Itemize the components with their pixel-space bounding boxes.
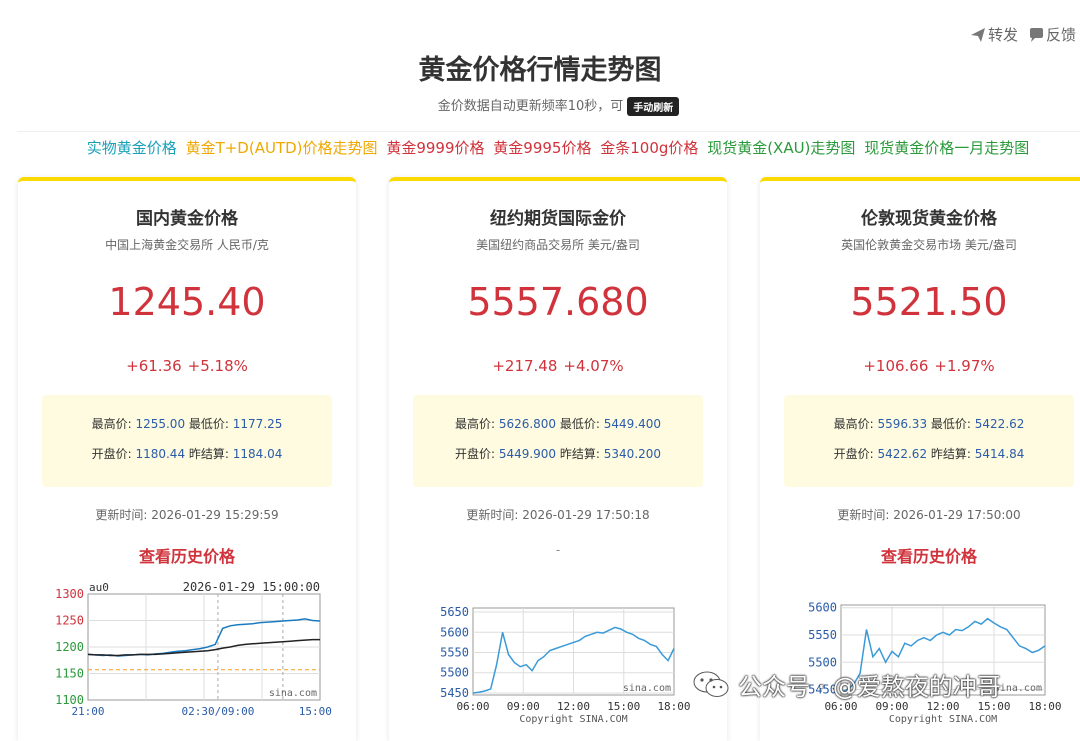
link-spot-month[interactable]: 现货黄金价格一月走势图 <box>864 139 1029 157</box>
chart-copyright: Copyright SINA.COM <box>889 714 997 725</box>
x-tick-label: 06:00 <box>456 700 489 713</box>
y-tick-label: 5550 <box>808 628 837 642</box>
watermark-text: 公众号 · @爱熬夜的冲哥 <box>738 672 1001 701</box>
wechat-watermark: 公众号 · @爱熬夜的冲哥 <box>692 664 1062 704</box>
feedback-label: 反馈 <box>1046 26 1077 44</box>
divider <box>17 131 1080 132</box>
wechat-logo-icon <box>693 671 729 697</box>
link-gold-td[interactable]: 黄金T+D(AUTD)价格走势图 <box>186 139 378 157</box>
x-tick-label: 02:30/09:00 <box>181 705 254 718</box>
manual-refresh-button[interactable]: 手动刷新 <box>627 97 680 116</box>
x-tick-label: 21:00 <box>71 705 104 718</box>
y-tick-label: 1250 <box>55 614 84 628</box>
feedback-button[interactable]: 反馈 <box>1028 24 1076 45</box>
chart-title: 2026-01-29 15:00:00 <box>183 580 320 594</box>
price-chart: 5650 5600 5550 5500 545006:00 09:00 12:00 15:00… <box>440 605 690 725</box>
quick-links: 实物黄金价格 黄金T+D(AUTD)价格走势图 黄金9999价格 黄金9995价… <box>0 137 1080 158</box>
y-tick-label: 5650 <box>440 605 469 619</box>
x-tick-label: 18:00 <box>657 700 690 713</box>
y-tick-label: 5450 <box>440 686 469 700</box>
y-tick-label: 1200 <box>55 640 84 654</box>
chart-symbol: au0 <box>89 581 109 594</box>
link-gold-9995[interactable]: 黄金9995价格 <box>493 139 591 157</box>
y-tick-label: 5500 <box>440 666 469 680</box>
chat-bubble-icon <box>1030 27 1043 42</box>
x-tick-label: 12:00 <box>557 700 590 713</box>
chart-source: sina.com <box>269 688 317 699</box>
card-ny-futures: 纽约期货国际金价 美国纽约商品交易所 美元/盎司 5557.680 +217.4… <box>389 177 727 741</box>
price-chart: 1300125012001150110021:00 02:30/09:00 15:0… <box>55 580 332 718</box>
y-tick-label: 1300 <box>55 587 84 601</box>
share-button[interactable]: 转发 <box>970 24 1018 45</box>
x-tick-label: 15:00 <box>299 705 332 718</box>
link-gold-9999[interactable]: 黄金9999价格 <box>386 139 484 157</box>
subtitle-text: 金价数据自动更新频率10秒，可 <box>437 99 624 114</box>
page-title: 黄金价格行情走势图 <box>418 55 662 86</box>
top-actions: 转发 反馈 <box>970 24 1080 46</box>
y-tick-label: 5600 <box>440 625 469 639</box>
page-subtitle: 金价数据自动更新频率10秒，可 手动刷新 <box>0 95 1080 116</box>
chart-source: sina.com <box>623 683 671 694</box>
link-spot-xau[interactable]: 现货黄金(XAU)走势图 <box>707 139 855 157</box>
price-chart: 560055505500545006:00 09:00 12:00 15:00 18:0… <box>808 601 1061 725</box>
paper-plane-icon <box>971 27 985 42</box>
link-gold-bar-100g[interactable]: 金条100g价格 <box>600 139 698 157</box>
chart-copyright: Copyright SINA.COM <box>519 714 627 725</box>
x-tick-label: 15:00 <box>607 700 640 713</box>
share-label: 转发 <box>988 26 1019 44</box>
link-physical-gold[interactable]: 实物黄金价格 <box>87 139 177 157</box>
x-tick-label: 09:00 <box>507 700 540 713</box>
card-domestic-gold: 国内黄金价格 中国上海黄金交易所 人民币/克 1245.40 +61.36 +5.… <box>18 177 356 741</box>
card-london-spot: 伦敦现货黄金价格 英国伦敦黄金交易市场 美元/盎司 5521.50 +106.6… <box>760 177 1080 741</box>
y-tick-label: 1150 <box>55 667 84 681</box>
y-tick-label: 5600 <box>808 601 837 615</box>
y-tick-label: 5550 <box>440 646 469 660</box>
